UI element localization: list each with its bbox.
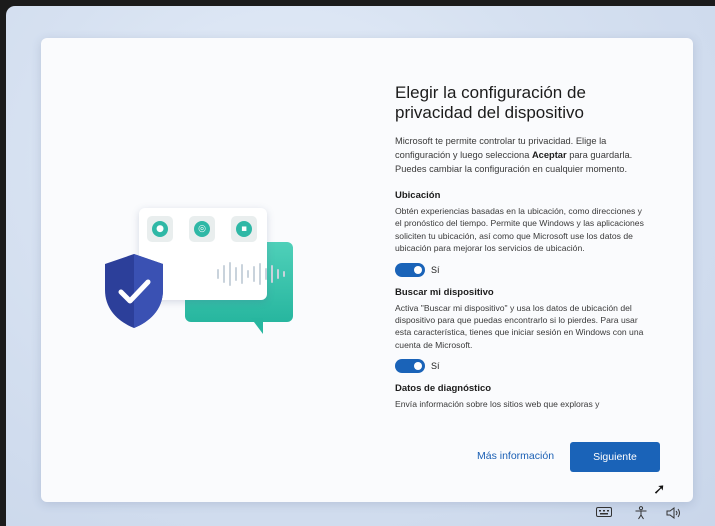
privacy-illustration: ● ◎ ▪ (101, 208, 301, 378)
location-pin-icon: ● (147, 216, 173, 242)
settings-scroll-region[interactable]: Ubicación Obtén experiencias basadas en … (395, 190, 645, 428)
setting-heading: Ubicación (395, 190, 441, 201)
speech-bubble-tail (251, 318, 263, 334)
fingerprint-icon: ◎ (189, 216, 215, 242)
find-device-toggle[interactable] (395, 359, 425, 374)
setting-description: Envía información sobre los sitios web q… (395, 399, 600, 410)
setting-heading: Datos de diagnóstico (395, 383, 492, 395)
intro-text: Microsoft te permite controlar tu privac… (395, 134, 645, 176)
setting-description: Activa "Buscar mi dispositivo" y usa los… (395, 302, 644, 350)
setting-description: Obtén experiencias basadas en la ubicaci… (395, 206, 644, 254)
lock-icon: ▪ (231, 216, 257, 242)
find-device-toggle-row[interactable]: Sí (395, 359, 645, 374)
next-button[interactable]: Siguiente (570, 442, 660, 472)
setting-location: Ubicación Obtén experiencias basadas en … (395, 190, 645, 277)
setting-heading: Buscar mi dispositivo (395, 286, 494, 298)
shield-check-icon (105, 254, 163, 328)
setting-find-my-device: Buscar mi dispositivo Activa "Buscar mi … (395, 287, 645, 374)
volume-icon[interactable] (666, 506, 682, 520)
setting-diagnostic-data: Datos de diagnóstico Envía información s… (395, 383, 645, 410)
more-info-link[interactable]: Más información (477, 450, 554, 462)
keyboard-icon[interactable] (596, 506, 612, 518)
oobe-background: ● ◎ ▪ Elegir la configuración de privaci… (6, 6, 715, 526)
location-toggle[interactable] (395, 262, 425, 277)
intro-bold: Aceptar (531, 150, 567, 160)
oobe-card: ● ◎ ▪ Elegir la configuración de privaci… (41, 38, 693, 502)
mouse-cursor-icon: ➚ (653, 480, 666, 498)
toggle-label: Sí (431, 361, 440, 372)
location-toggle-row[interactable]: Sí (395, 262, 645, 277)
toggle-label: Sí (431, 264, 440, 275)
audio-wave-graphic (217, 260, 297, 288)
accessibility-icon[interactable] (634, 506, 648, 520)
page-title: Elegir la configuración de privacidad de… (395, 83, 586, 122)
